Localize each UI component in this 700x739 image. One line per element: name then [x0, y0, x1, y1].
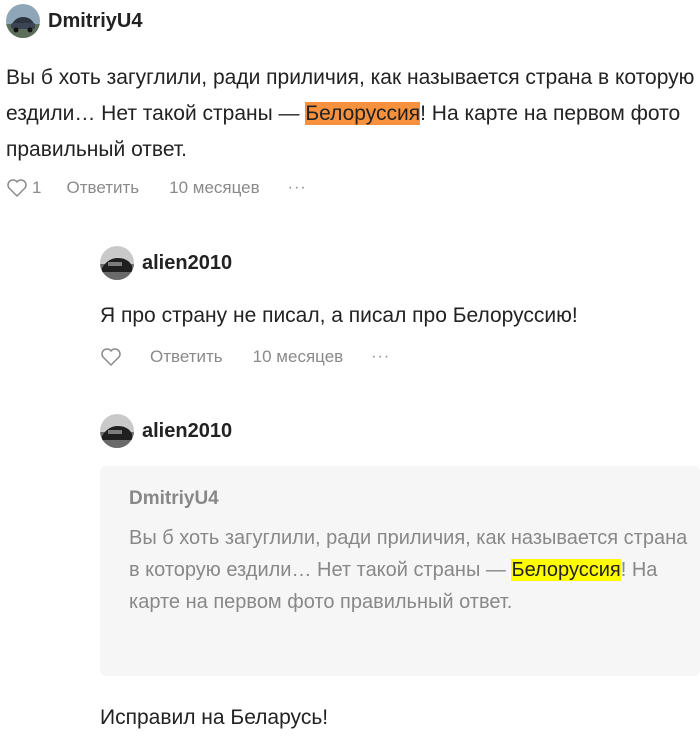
comment-author: alien2010 [100, 414, 232, 448]
comment-text: Исправил на Беларусь! [100, 706, 329, 729]
avatar[interactable] [6, 4, 40, 38]
comment-text: Я про страну не писал, а писал про Белор… [100, 304, 578, 327]
more-dots-icon[interactable]: ··· [288, 179, 307, 197]
username[interactable]: alien2010 [142, 420, 232, 443]
quoted-comment: DmitriyU4 Вы б хоть загуглили, ради прил… [100, 466, 700, 676]
highlighted-word: Белоруссия [305, 102, 421, 125]
like-count: 1 [32, 178, 42, 197]
avatar[interactable] [100, 414, 134, 448]
username[interactable]: DmitriyU4 [48, 10, 142, 33]
heart-outline-icon[interactable] [6, 178, 28, 198]
quote-author: DmitriyU4 [129, 488, 219, 509]
comment-text: Вы б хоть загуглили, ради приличия, как … [6, 60, 696, 168]
reply-button[interactable]: Ответить [66, 178, 139, 198]
comment-actions: Ответить 10 месяцев ··· [100, 347, 390, 367]
comment-actions: 1 Ответить 10 месяцев ··· [6, 178, 307, 198]
highlighted-word: Белоруссия [511, 559, 621, 581]
more-dots-icon[interactable]: ··· [371, 348, 390, 366]
avatar[interactable] [100, 246, 134, 280]
username[interactable]: alien2010 [142, 252, 232, 275]
comment-time: 10 месяцев [169, 178, 260, 197]
comment-author: alien2010 [100, 246, 232, 280]
reply-button[interactable]: Ответить [150, 347, 223, 367]
heart-outline-icon[interactable] [100, 347, 122, 367]
comment-time: 10 месяцев [252, 347, 344, 366]
comment-author: DmitriyU4 [6, 4, 142, 38]
quote-text: Вы б хоть загуглили, ради приличия, как … [129, 522, 689, 618]
